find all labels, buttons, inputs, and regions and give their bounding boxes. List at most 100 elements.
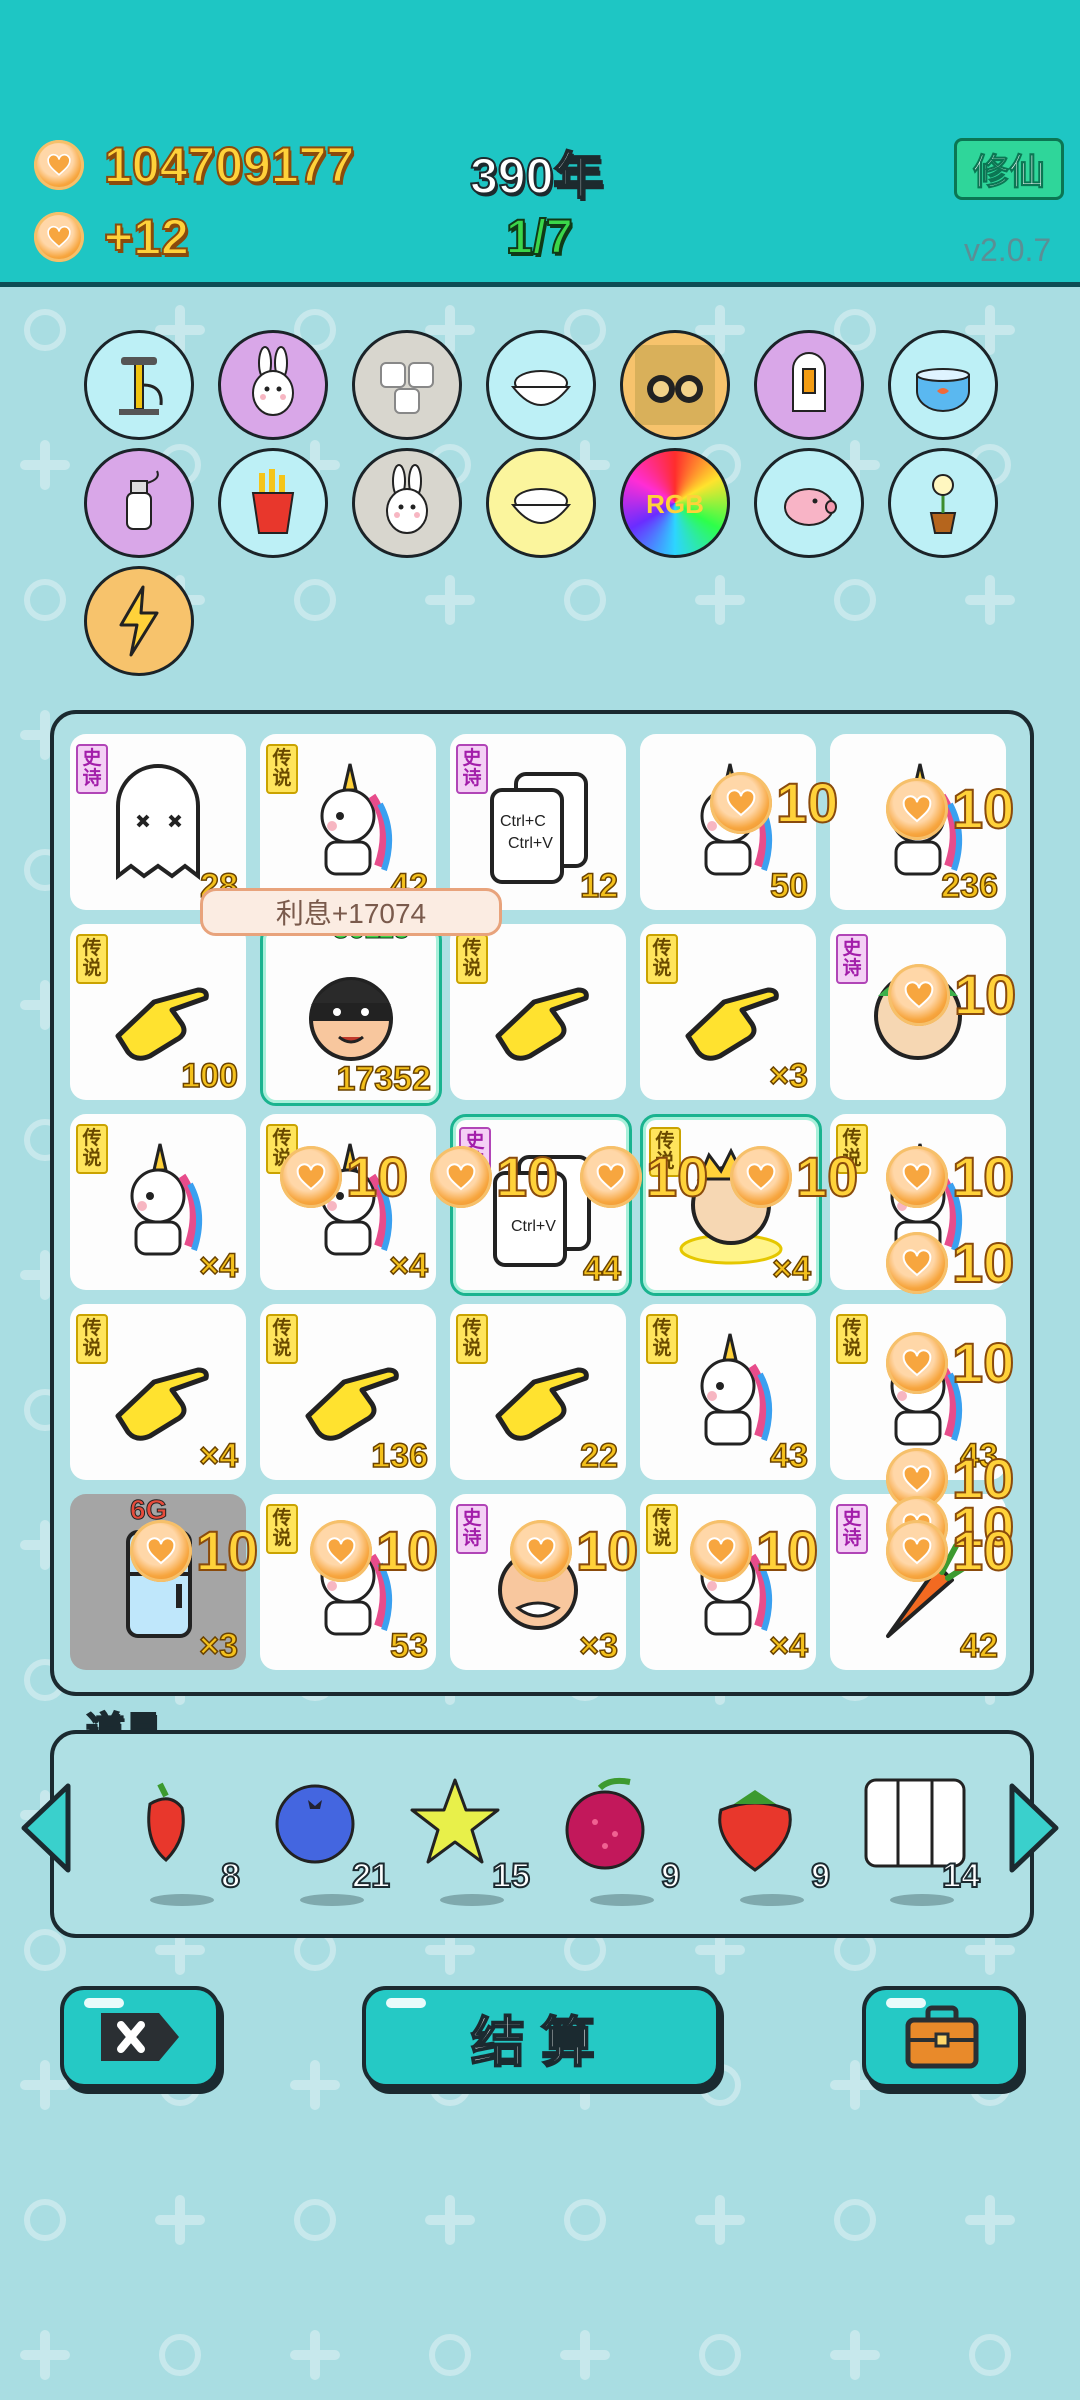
rarity-tag: 传说 [836, 1124, 868, 1174]
slot-count: 17352 [336, 1059, 432, 1099]
relic-fishbowl-icon[interactable] [888, 330, 998, 440]
relic-fries-icon[interactable] [218, 448, 328, 558]
rarity-tag: 史诗 [459, 1127, 491, 1177]
board-slot[interactable]: 传说 43 [830, 1304, 1006, 1480]
lightning-icon [119, 585, 159, 657]
board-slot[interactable]: ? 史诗 ×3 [450, 1494, 626, 1670]
board-slot[interactable]: 史诗 42 [830, 1494, 1006, 1670]
slot-count: 12 [579, 866, 618, 906]
board-slot[interactable]: 传说 [450, 924, 626, 1100]
relic-ghost-phone-icon[interactable] [754, 330, 864, 440]
rice-bowl-icon [510, 488, 572, 524]
coin-icon [34, 140, 84, 190]
board-slot[interactable]: 史诗 [830, 924, 1006, 1100]
board-slot[interactable]: 传说 ×3 [640, 924, 816, 1100]
board-slot[interactable]: 传说 136 [260, 1304, 436, 1480]
settle-button[interactable]: 结算 [362, 1986, 720, 2088]
rarity-tag: 传说 [266, 1504, 298, 1554]
ghost-phone-icon [792, 352, 826, 412]
board-slot[interactable]: 传说 ×4 [70, 1304, 246, 1480]
rarity-tag: 传说 [646, 1504, 678, 1554]
prop-count: 9 [810, 1856, 831, 1896]
relic-bottle-icon[interactable] [84, 448, 194, 558]
prop-lychee[interactable]: 9 [560, 1774, 681, 1914]
relic-owl-mask-icon[interactable] [620, 330, 730, 440]
rarity-tag: 传说 [646, 934, 678, 984]
board-slot[interactable]: 50 [640, 734, 816, 910]
top-bar: 104709177 +12 390年 1/7 修仙 v2.0.7 [0, 0, 1080, 287]
relic-rice-bowl-icon[interactable] [486, 448, 596, 558]
item-board: 史诗28传说42 Ctrl+C Ctrl+V 史诗 12 50 236 传说 100 361151… [50, 710, 1034, 1696]
slot-count: ×4 [768, 1626, 808, 1666]
year-counter: 390年 [469, 147, 604, 205]
board-slot[interactable]: 传说 ×4 [70, 1114, 246, 1290]
relic-sugar-cubes-icon[interactable] [352, 330, 462, 440]
rarity-tag: 传说 [76, 934, 108, 984]
board-slot[interactable]: 传说 ×4 [260, 1114, 436, 1290]
slot-count: 22 [579, 1436, 618, 1476]
board-slot[interactable]: 236 [830, 734, 1006, 910]
blueberry-icon [275, 1784, 355, 1864]
prop-count: 8 [220, 1856, 241, 1896]
bag-button[interactable] [862, 1986, 1022, 2088]
board-slot[interactable]: 传说 22 [450, 1304, 626, 1480]
prop-cage[interactable]: 14 [860, 1774, 981, 1914]
rarity-tag: 传说 [76, 1124, 108, 1174]
board-slot[interactable]: 传说 [830, 1114, 1006, 1290]
next-arrow-button[interactable] [1006, 1780, 1062, 1876]
coin-icon [34, 212, 84, 262]
slot-count: ×4 [771, 1249, 811, 1289]
board-slot[interactable]: 传说 100 [70, 924, 246, 1100]
board-slot[interactable]: 传说 53 [260, 1494, 436, 1670]
board-slot[interactable]: Ctrl+V 史诗 44 [450, 1114, 632, 1296]
relic-rgb-icon[interactable]: RGB [620, 448, 730, 558]
prop-blueberry[interactable]: 21 [270, 1774, 391, 1914]
relic-pump-icon[interactable] [84, 330, 194, 440]
owl-mask-icon [635, 345, 715, 425]
ctrl-v-text: Ctrl+V [508, 835, 553, 852]
svg-text:?: ? [530, 1526, 548, 1559]
slot-count: 236 [941, 866, 999, 906]
relic-lightning-icon[interactable] [84, 566, 194, 676]
slot-count: 44 [582, 1249, 621, 1289]
board-slot[interactable]: 传说 ×4 [640, 1114, 822, 1296]
close-button[interactable] [60, 1986, 220, 2088]
pump-icon [119, 357, 163, 415]
briefcase-icon [905, 2005, 979, 2069]
relic-piggy-bank-icon[interactable] [754, 448, 864, 558]
relic-flower-pot-icon[interactable] [888, 448, 998, 558]
slot-count: 43 [959, 1436, 998, 1476]
flower-pot-icon [929, 474, 957, 534]
relic-bunny-icon[interactable] [218, 330, 328, 440]
rarity-tag: 史诗 [836, 1504, 868, 1554]
board-slot[interactable]: 史诗 28 [70, 734, 246, 910]
board-slot[interactable]: 传说 43 [640, 1304, 816, 1480]
fishbowl-icon [916, 368, 970, 412]
props-tray: 8 21 15 9 9 14 [50, 1730, 1034, 1938]
board-slot[interactable]: 3611517352 [260, 913, 442, 1106]
coin-income: +12 [103, 208, 190, 266]
board-slot[interactable]: Ctrl+C Ctrl+V 史诗 12 [450, 734, 626, 910]
board-slot[interactable]: 传说 ×4 [640, 1494, 816, 1670]
rarity-tag: 传说 [456, 934, 488, 984]
prop-chili[interactable]: 8 [120, 1774, 241, 1914]
xiuxian-button[interactable]: 修仙 [954, 138, 1064, 200]
relic-bunny-icon[interactable] [352, 448, 462, 558]
prop-star-fruit[interactable]: 15 [410, 1774, 531, 1914]
relic-rice-bowl-icon[interactable] [486, 330, 596, 440]
chili-icon [147, 1782, 185, 1863]
close-icon [101, 2013, 179, 2061]
slot-count: 100 [181, 1056, 239, 1096]
board-slot[interactable]: 6G ×3 [70, 1494, 246, 1670]
fries-icon [251, 469, 295, 534]
rarity-tag: 传说 [266, 1314, 298, 1364]
coin-total: 104709177 [103, 136, 355, 194]
prev-arrow-button[interactable] [18, 1780, 74, 1876]
ctrl-c-text: Ctrl+C [500, 813, 546, 830]
board-slot[interactable]: 传说 42 [260, 734, 436, 910]
lychee-icon [565, 1777, 645, 1870]
slot-count: ×3 [768, 1056, 808, 1096]
prop-strawberry[interactable]: 9 [710, 1774, 831, 1914]
prop-count: 9 [660, 1856, 681, 1896]
slot-count: ×4 [198, 1436, 238, 1476]
